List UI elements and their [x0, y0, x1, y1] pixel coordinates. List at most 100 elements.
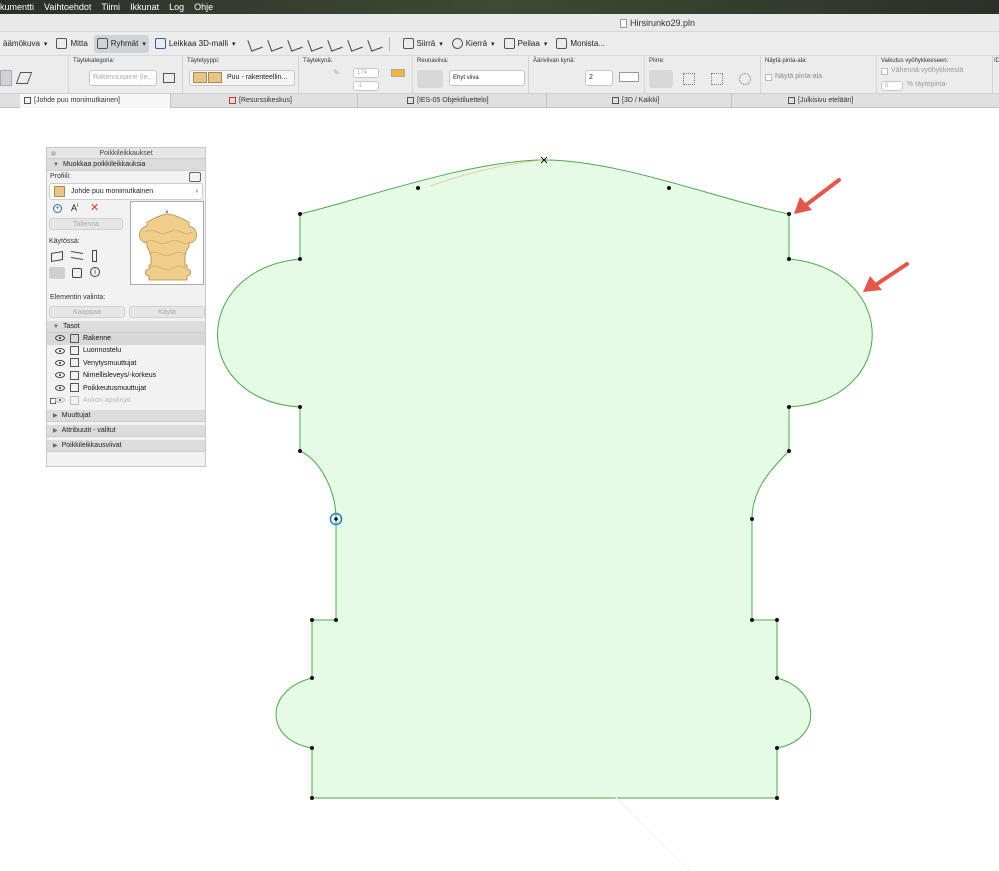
scribe-option-2[interactable]	[683, 73, 695, 85]
eye-icon[interactable]	[55, 397, 65, 404]
add-profile-icon[interactable]: +	[53, 204, 62, 213]
eye-icon[interactable]	[55, 347, 65, 354]
beam-usage-icon[interactable]	[71, 250, 83, 261]
vertex[interactable]	[750, 618, 754, 622]
column-usage-icon[interactable]	[92, 250, 97, 262]
view-toggle-icon[interactable]	[0, 70, 12, 86]
vertex[interactable]	[298, 212, 302, 216]
adjust-icon[interactable]	[286, 35, 303, 52]
scribe-option-4[interactable]	[739, 73, 751, 85]
move-button[interactable]: Siirrä ▾	[400, 35, 446, 53]
fill-pen-field[interactable]: 174	[353, 68, 379, 78]
profile-outline[interactable]	[217, 159, 873, 799]
vertex[interactable]	[298, 405, 302, 409]
menu-window[interactable]: Ikkunat	[130, 2, 159, 12]
zone-reduce-checkbox[interactable]	[881, 68, 888, 75]
vertex[interactable]	[775, 796, 779, 800]
measure-button[interactable]: Mitta	[53, 35, 90, 53]
vertex[interactable]	[334, 618, 338, 622]
vertex[interactable]	[667, 186, 671, 190]
eye-icon[interactable]	[55, 359, 65, 366]
scribe-option-1[interactable]	[649, 70, 673, 88]
tab-johde-puu[interactable]: [Johde puu monimutkainen]	[20, 94, 171, 108]
capture-button[interactable]: Kaappaa	[49, 306, 125, 318]
profile-manager-icon[interactable]	[189, 172, 201, 182]
resize-icon[interactable]	[346, 35, 363, 52]
handrail-usage-icon[interactable]	[49, 267, 65, 279]
panel-titlebar[interactable]: Poikkileikkaukset	[47, 148, 205, 159]
vertex[interactable]	[298, 257, 302, 261]
vertex[interactable]	[310, 746, 314, 750]
fill-type-select[interactable]: Puu - rakenteellin...	[227, 74, 287, 81]
zone-percent-field[interactable]: 0	[881, 81, 903, 91]
intersect-icon[interactable]	[306, 35, 323, 52]
profile-select[interactable]: Johde puu monimutkainen ›	[49, 183, 203, 200]
vertex[interactable]	[416, 186, 420, 190]
save-button[interactable]: Tallenna	[49, 218, 123, 230]
tab-objektiluettelo[interactable]: [IES-05 Objektiluettelo]	[403, 94, 547, 108]
explode-icon[interactable]	[366, 35, 383, 52]
vertex[interactable]	[787, 405, 791, 409]
split-icon[interactable]	[266, 35, 283, 52]
scribe-option-3[interactable]	[711, 73, 723, 85]
menu-teamwork[interactable]: Tiimi	[101, 2, 120, 12]
tab-julkisivu[interactable]: [Julkisivu etelään]	[784, 94, 999, 108]
layers-section-header[interactable]: ▼ Tasot	[47, 321, 205, 333]
fillet-icon[interactable]	[326, 35, 343, 52]
vertex[interactable]	[787, 212, 791, 216]
rotate-button[interactable]: Kierrä ▾	[449, 35, 498, 53]
floor-plan-button[interactable]: äämökuva ▾	[0, 35, 50, 53]
vertex[interactable]	[775, 618, 779, 622]
vertex[interactable]	[310, 618, 314, 622]
vertex[interactable]	[787, 257, 791, 261]
layer-rakenne[interactable]: Rakenne	[47, 333, 205, 346]
eye-icon[interactable]	[55, 372, 65, 379]
menu-log[interactable]: Log	[169, 2, 184, 12]
menu-document[interactable]: kumentti	[0, 2, 34, 12]
attributes-section-header[interactable]: ▶ Attribuutit - valitut	[47, 425, 205, 438]
layer-poikkeutusmuuttujat[interactable]: Poikkeutusmuuttujat	[47, 383, 205, 395]
layer-venytysmuuttujat[interactable]: Venytysmuuttujat	[47, 358, 205, 370]
duplicate-button[interactable]: Monista...	[553, 35, 608, 53]
eye-icon[interactable]	[55, 335, 65, 342]
pen-color-swatch[interactable]	[391, 69, 405, 77]
delete-icon[interactable]: ✕	[90, 201, 99, 214]
trim-icon[interactable]	[246, 35, 263, 52]
section-lines-header[interactable]: ▶ Poikkileikkausviivat	[47, 440, 205, 453]
menu-options[interactable]: Vaihtoehdot	[44, 2, 91, 12]
apply-button[interactable]: Käytä	[129, 306, 205, 318]
vertex[interactable]	[310, 796, 314, 800]
layer-nimellisleveys[interactable]: Nimellisleveys/-korkeus	[47, 370, 205, 382]
vertex[interactable]	[298, 449, 302, 453]
edit-section-header[interactable]: ▼ Muokkaa poikkileikkauksia	[47, 159, 205, 171]
groups-button[interactable]: Ryhmät ▾	[93, 34, 149, 53]
close-icon[interactable]	[51, 151, 56, 156]
vertex[interactable]	[310, 676, 314, 680]
vertex[interactable]	[750, 517, 754, 521]
tab-3d-kaikki[interactable]: [3D / Kaikki]	[608, 94, 732, 108]
cut-3d-model-button[interactable]: Leikkaa 3D-malli ▾	[152, 35, 239, 53]
fill-category-select[interactable]: Rakennusaine (le...	[89, 70, 157, 86]
outline-pen-field[interactable]: 2	[585, 70, 613, 86]
menu-help[interactable]: Ohje	[194, 2, 213, 12]
rename-icon[interactable]: AI	[71, 203, 78, 213]
edge-line-select[interactable]: Ehyt viiva	[449, 70, 525, 86]
hatch-icon[interactable]	[15, 72, 33, 84]
show-area-checkbox[interactable]	[765, 74, 772, 81]
vertex[interactable]	[787, 449, 791, 453]
fill-background-pen-field[interactable]: -1	[353, 81, 379, 91]
mirror-button[interactable]: Peilaa ▾	[501, 35, 551, 53]
vertex[interactable]	[775, 676, 779, 680]
pen-weight-swatch[interactable]	[619, 72, 639, 82]
variables-section-header[interactable]: ▶ Muuttujat	[47, 410, 205, 423]
info-icon[interactable]: i	[90, 267, 100, 277]
layer-luonnostelu[interactable]: Luonnostelu	[47, 345, 205, 357]
eye-icon[interactable]	[55, 384, 65, 391]
tab-resurssikeskus[interactable]: [Resurssikeskus]	[225, 94, 358, 108]
fill-settings-icon[interactable]	[163, 73, 175, 83]
object-usage-icon[interactable]	[72, 268, 82, 278]
wall-usage-icon[interactable]	[51, 250, 63, 263]
vertex[interactable]	[775, 746, 779, 750]
layer-aukon-apulinjat[interactable]: Aukon apulinjat	[47, 395, 205, 407]
edge-line-toggle[interactable]	[417, 70, 443, 88]
